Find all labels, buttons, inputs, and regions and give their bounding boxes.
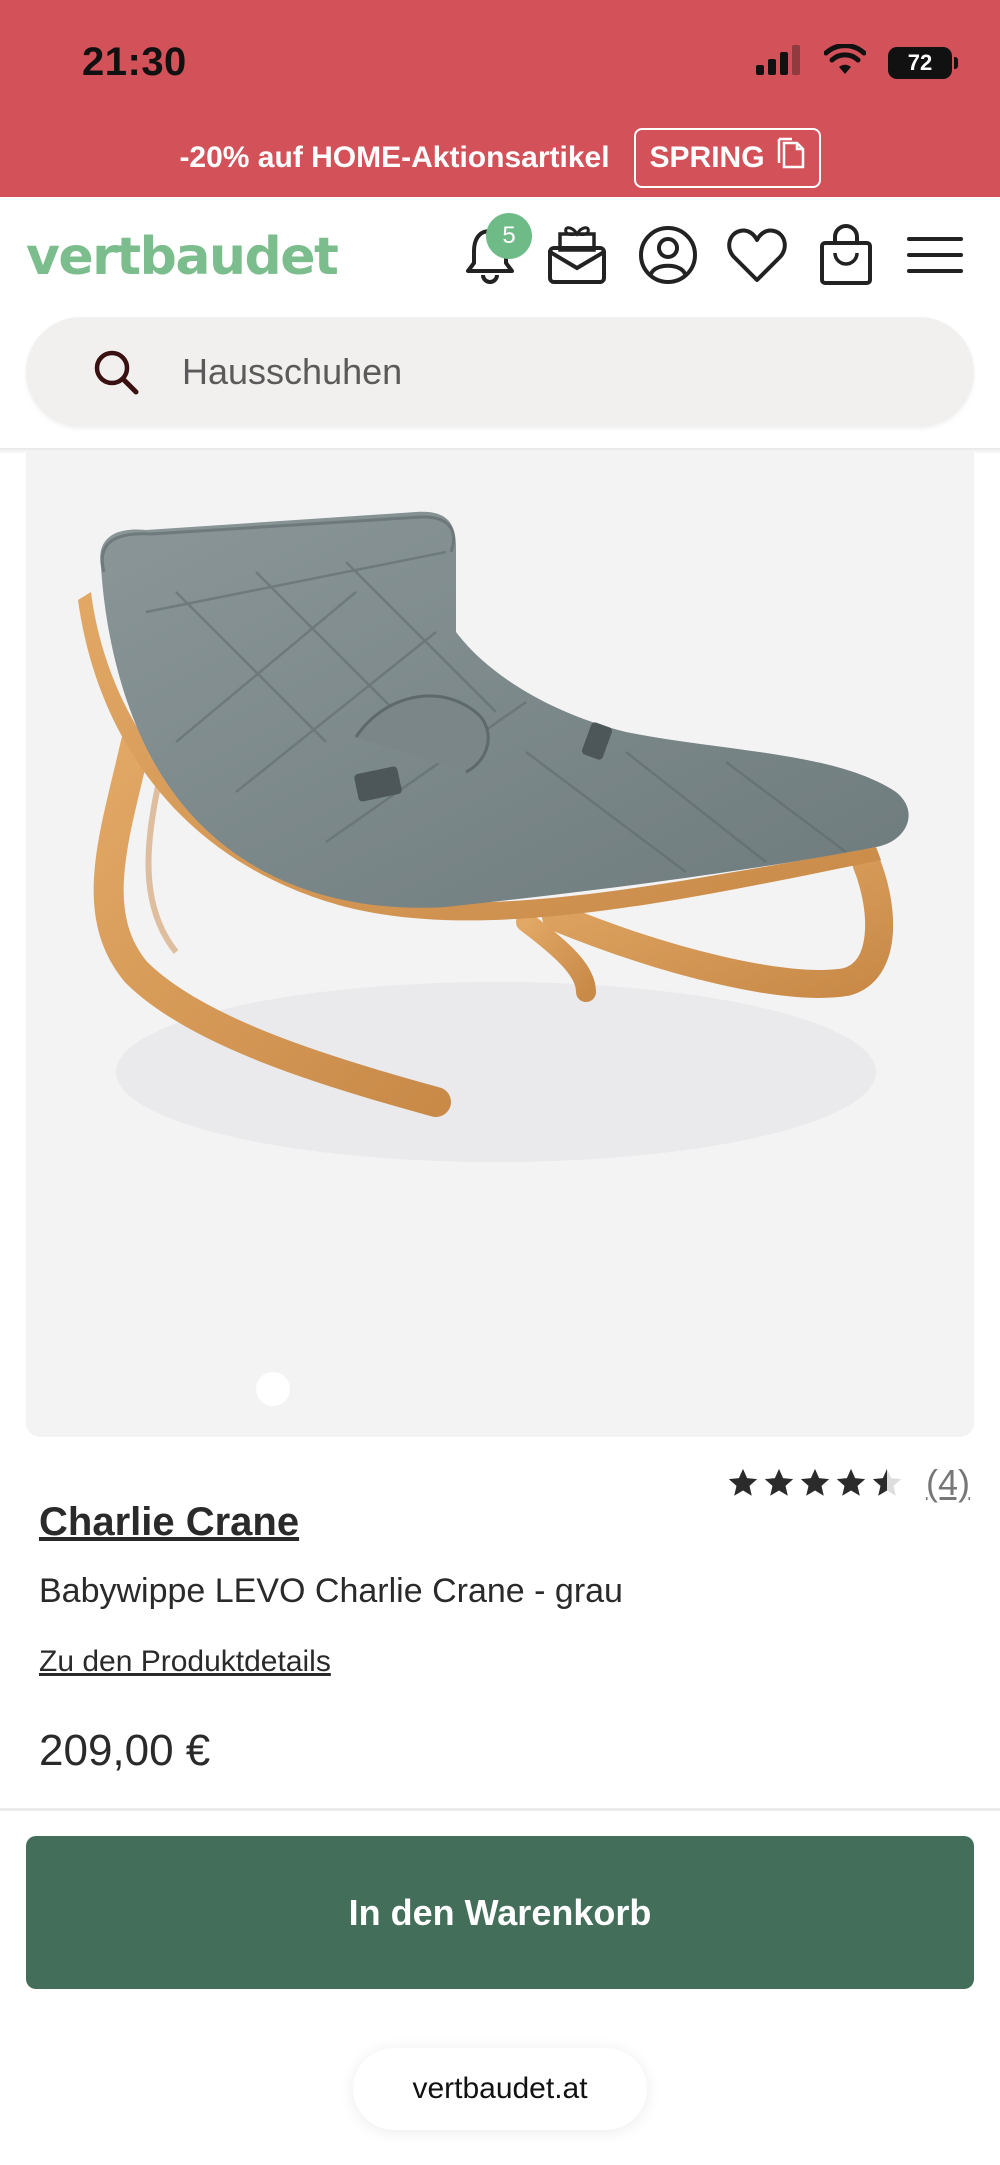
search-bar[interactable] <box>26 317 974 427</box>
promo-code-button[interactable]: SPRING <box>633 128 821 188</box>
product-image-gallery[interactable] <box>26 452 974 1437</box>
gift-mail-icon[interactable] <box>543 221 611 289</box>
star-icon <box>836 1468 866 1496</box>
account-icon[interactable] <box>634 221 702 289</box>
brand-link[interactable]: Charlie Crane <box>39 1500 299 1545</box>
copy-icon <box>775 137 805 179</box>
product-price: 209,00 € <box>39 1726 211 1775</box>
rating-stars <box>726 1466 904 1500</box>
product-details-link[interactable]: Zu den Produktdetails <box>39 1645 331 1679</box>
notification-badge: 5 <box>486 213 532 259</box>
heart-icon[interactable] <box>723 221 791 289</box>
vertbaudet-logo[interactable]: vertbaudet <box>26 227 339 287</box>
product-rating[interactable]: (4) <box>726 1462 970 1504</box>
half-star-icon <box>872 1468 902 1496</box>
promo-line: -20% auf HOME-Aktionsartikel SPRING <box>0 128 1000 188</box>
bell-icon[interactable]: 5 <box>456 213 532 289</box>
shopping-bag-icon[interactable] <box>812 221 880 289</box>
wifi-icon <box>823 43 867 81</box>
signal-icon <box>756 45 802 80</box>
product-image <box>78 511 909 1162</box>
star-icon <box>800 1468 830 1496</box>
star-icon <box>764 1468 794 1496</box>
top-navigation: vertbaudet 5 <box>0 197 1000 315</box>
promo-banner: 21:30 72 -20% auf HOME-Aktionsartikel SP… <box>0 0 1000 197</box>
search-icon[interactable] <box>90 346 142 398</box>
gallery-pagination-dot[interactable] <box>256 1372 290 1406</box>
product-title: Babywippe LEVO Charlie Crane - grau <box>39 1572 623 1610</box>
status-time: 21:30 <box>82 40 187 84</box>
battery-icon: 72 <box>888 46 958 79</box>
bottom-divider <box>0 1808 1000 1811</box>
star-icon <box>728 1468 758 1496</box>
add-to-cart-button[interactable]: In den Warenkorb <box>26 1836 974 1989</box>
promo-code-label: SPRING <box>649 141 765 174</box>
browser-domain-pill[interactable]: vertbaudet.at <box>353 2048 647 2130</box>
promo-text: -20% auf HOME-Aktionsartikel <box>179 141 610 174</box>
menu-icon[interactable] <box>901 221 969 289</box>
review-count-link[interactable]: (4) <box>926 1462 970 1504</box>
status-icons: 72 <box>756 43 958 81</box>
search-input[interactable] <box>182 351 882 393</box>
